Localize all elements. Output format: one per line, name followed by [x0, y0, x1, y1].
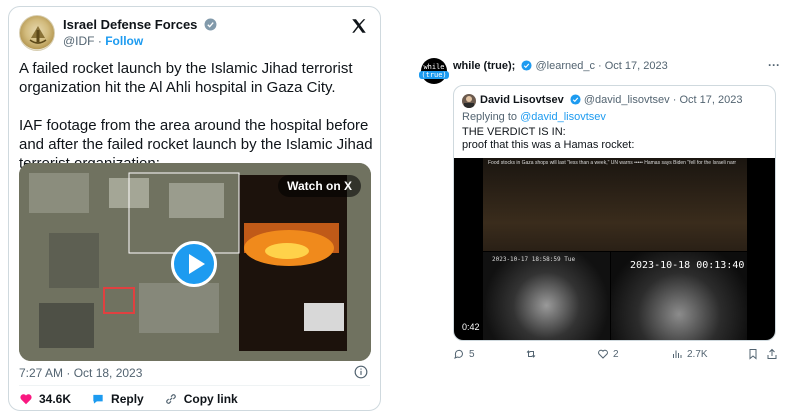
quoted-date[interactable]: Oct 17, 2023	[679, 94, 742, 106]
cam-timestamp-right: 2023-10-18 00:13:40	[630, 260, 745, 271]
news-ticker: Food stocks in Gaza shops will last "les…	[488, 160, 737, 166]
copy-link-label: Copy link	[183, 392, 238, 406]
quoted-header: David Lisovtsev @david_lisovtsev · Oct 1…	[480, 94, 742, 106]
verified-badge-icon	[521, 60, 532, 71]
video-player[interactable]: Watch on X	[19, 163, 371, 361]
tweet-timestamp[interactable]: 7:27 AM · Oct 18, 2023	[19, 366, 142, 380]
replying-handle-link[interactable]: @david_lisovtsev	[520, 111, 606, 123]
separator-dot: ·	[97, 34, 102, 48]
bookmark-icon	[749, 349, 757, 360]
share-icon	[767, 348, 777, 359]
separator-dot: ·	[598, 60, 602, 72]
follow-button[interactable]: Follow	[105, 34, 143, 48]
idf-tweet-card[interactable]: Israel Defense Forces @IDF · Follow A fa…	[8, 6, 381, 411]
quoted-video-player[interactable]: Food stocks in Gaza shops will last "les…	[454, 158, 775, 340]
replying-to: Replying to @david_lisovtsev	[462, 111, 606, 123]
retweet-icon	[526, 350, 536, 358]
account-name-text[interactable]: Israel Defense Forces	[63, 17, 197, 32]
quoted-avatar[interactable]	[462, 94, 476, 108]
cam-timestamp-left: 2023-10-17 18:58:59 Tue	[492, 256, 576, 263]
avatar-text-line2: (true)	[419, 71, 449, 79]
bookmark-button[interactable]	[747, 348, 759, 360]
like-button[interactable]: 2	[597, 348, 619, 360]
tweet-paragraph-1: A failed rocket launch by the Islamic Ji…	[19, 60, 353, 96]
tweet-actions: 5 2 2.7K	[453, 348, 778, 364]
person-avatar-icon	[464, 96, 474, 108]
idf-avatar[interactable]	[19, 15, 55, 51]
like-button[interactable]: 34.6K	[19, 392, 71, 406]
share-button[interactable]	[766, 348, 778, 360]
info-icon[interactable]	[354, 365, 368, 379]
reply-icon	[454, 349, 463, 359]
view-count: 2.7K	[687, 348, 708, 360]
bar-chart-icon	[673, 350, 682, 358]
quoted-body: THE VERDICT IS IN: proof that this was a…	[462, 126, 634, 152]
like-count: 34.6K	[39, 392, 72, 406]
account-handle-row: @IDF · Follow	[63, 34, 143, 48]
like-count: 2	[613, 348, 619, 360]
tweet-actions: 34.6K Reply Copy link	[19, 392, 238, 406]
replying-prefix: Replying to	[462, 111, 518, 123]
verified-badge-icon	[204, 18, 217, 31]
quoted-line-2: proof that this was a Hamas rocket:	[462, 139, 635, 151]
divider	[19, 385, 370, 386]
while-true-tweet[interactable]: while (true) while (true); @learned_c · …	[411, 44, 792, 366]
account-handle[interactable]: @learned_c	[535, 60, 594, 72]
heart-icon	[20, 394, 32, 405]
tweet-date[interactable]: Oct 17, 2023	[605, 60, 668, 72]
account-handle[interactable]: @IDF	[63, 34, 95, 48]
reply-label: Reply	[111, 392, 144, 406]
reply-count: 5	[469, 348, 475, 360]
watch-on-x-button[interactable]: Watch on X	[278, 175, 361, 197]
night-sky-footage	[483, 158, 747, 251]
security-cam-left	[483, 252, 610, 340]
quoted-line-1: THE VERDICT IS IN:	[462, 126, 566, 138]
more-options-button[interactable]: ···	[768, 58, 780, 72]
quoted-tweet[interactable]: David Lisovtsev @david_lisovtsev · Oct 1…	[453, 85, 776, 341]
quoted-account-name[interactable]: David Lisovtsev	[480, 94, 564, 106]
separator-dot: ·	[672, 94, 677, 106]
link-icon	[165, 394, 176, 404]
play-button-icon[interactable]	[171, 241, 217, 287]
avatar-text-line1: while	[423, 63, 445, 71]
idf-emblem-icon	[29, 26, 47, 44]
heart-icon	[598, 349, 608, 359]
reply-button[interactable]: Reply	[91, 392, 144, 406]
retweet-button[interactable]	[525, 348, 537, 360]
verified-badge-icon	[570, 94, 581, 105]
account-name[interactable]: Israel Defense Forces	[63, 17, 217, 32]
while-true-avatar[interactable]: while (true)	[419, 58, 449, 84]
copy-link-button[interactable]: Copy link	[164, 392, 238, 406]
views-button[interactable]: 2.7K	[671, 348, 708, 360]
quoted-handle[interactable]: @david_lisovtsev	[584, 94, 670, 106]
video-duration: 0:42	[459, 321, 483, 333]
x-logo-icon[interactable]	[350, 17, 368, 35]
reply-button[interactable]: 5	[453, 348, 475, 360]
account-name[interactable]: while (true);	[453, 60, 515, 72]
tweet-header: while (true); @learned_c · Oct 17, 2023	[453, 60, 668, 72]
reply-bubble-icon	[93, 394, 103, 404]
